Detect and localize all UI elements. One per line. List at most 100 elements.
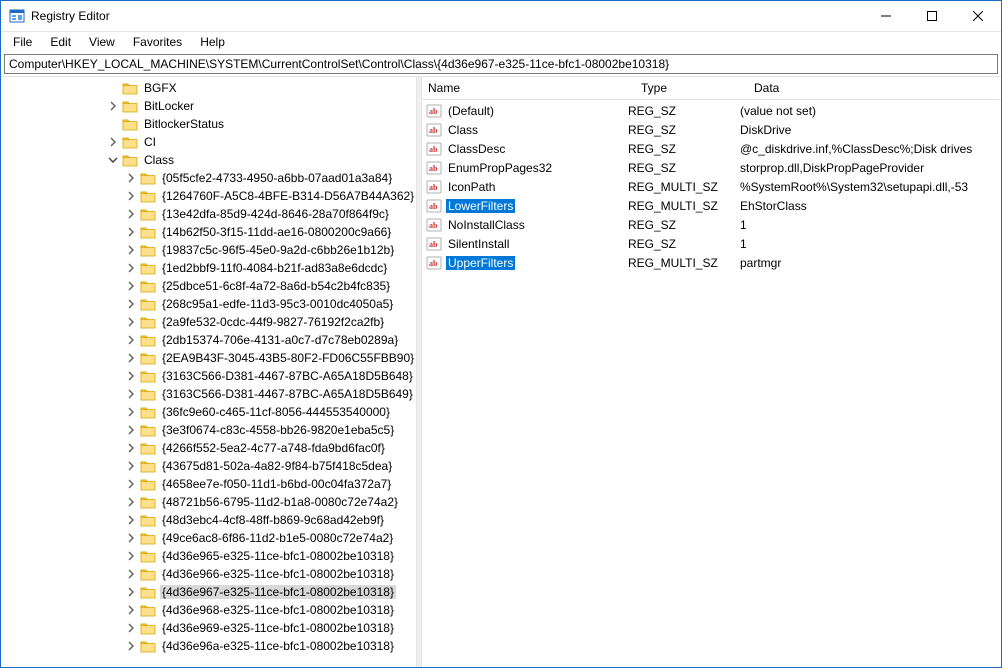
chevron-down-icon[interactable] [106, 153, 120, 167]
value-row[interactable]: abEnumPropPages32REG_SZstorprop.dll,Disk… [422, 158, 1001, 177]
chevron-right-icon[interactable] [124, 333, 138, 347]
minimize-button[interactable] [863, 1, 909, 31]
value-data: 1 [734, 237, 1001, 251]
chevron-right-icon[interactable] [124, 405, 138, 419]
tree-item[interactable]: {05f5cfe2-4733-4950-a6bb-07aad01a3a84} [1, 169, 413, 187]
value-row[interactable]: abNoInstallClassREG_SZ1 [422, 215, 1001, 234]
chevron-right-icon[interactable] [124, 279, 138, 293]
chevron-right-icon[interactable] [124, 459, 138, 473]
tree-item[interactable]: BGFX [1, 79, 413, 97]
tree-item[interactable]: {1264760F-A5C8-4BFE-B314-D56A7B44A362} [1, 187, 413, 205]
chevron-right-icon[interactable] [124, 531, 138, 545]
tree-item-label: {268c95a1-edfe-11d3-95c3-0010dc4050a5} [160, 297, 395, 311]
chevron-right-icon[interactable] [124, 369, 138, 383]
chevron-right-icon[interactable] [124, 189, 138, 203]
address-input[interactable]: Computer\HKEY_LOCAL_MACHINE\SYSTEM\Curre… [4, 54, 998, 74]
value-row[interactable]: abSilentInstallREG_SZ1 [422, 234, 1001, 253]
chevron-right-icon[interactable] [124, 207, 138, 221]
tree-item[interactable]: {43675d81-502a-4a82-9f84-b75f418c5dea} [1, 457, 413, 475]
tree-item[interactable]: {268c95a1-edfe-11d3-95c3-0010dc4050a5} [1, 295, 413, 313]
col-header-type[interactable]: Type [635, 81, 748, 95]
value-row[interactable]: abUpperFiltersREG_MULTI_SZpartmgr [422, 253, 1001, 272]
value-row[interactable]: abLowerFiltersREG_MULTI_SZEhStorClass [422, 196, 1001, 215]
tree-item-label: {43675d81-502a-4a82-9f84-b75f418c5dea} [160, 459, 394, 473]
tree-item[interactable]: {3e3f0674-c83c-4558-bb26-9820e1eba5c5} [1, 421, 413, 439]
list-scroll[interactable]: ab(Default)REG_SZ(value not set)abClassR… [422, 100, 1001, 667]
chevron-right-icon[interactable] [124, 621, 138, 635]
tree-item[interactable]: Class [1, 151, 413, 169]
chevron-right-icon[interactable] [124, 639, 138, 653]
tree-item[interactable]: {4d36e96a-e325-11ce-bfc1-08002be10318} [1, 637, 413, 655]
tree-item[interactable]: {2EA9B43F-3045-43B5-80F2-FD06C55FBB90} [1, 349, 413, 367]
chevron-right-icon[interactable] [124, 315, 138, 329]
tree-item[interactable]: {4266f552-5ea2-4c77-a748-fda9bd6fac0f} [1, 439, 413, 457]
tree-item[interactable]: {4d36e965-e325-11ce-bfc1-08002be10318} [1, 547, 413, 565]
tree-item[interactable]: {13e42dfa-85d9-424d-8646-28a70f864f9c} [1, 205, 413, 223]
col-header-data[interactable]: Data [748, 81, 1001, 95]
tree-item-label: {3163C566-D381-4467-87BC-A65A18D5B648} [160, 369, 415, 383]
chevron-right-icon[interactable] [124, 603, 138, 617]
tree-item[interactable]: {48721b56-6795-11d2-b1a8-0080c72e74a2} [1, 493, 413, 511]
menu-edit[interactable]: Edit [42, 33, 79, 51]
tree-item[interactable]: {1ed2bbf9-11f0-4084-b21f-ad83a8e6dcdc} [1, 259, 413, 277]
value-data: (value not set) [734, 104, 1001, 118]
tree-item[interactable]: {2a9fe532-0cdc-44f9-9827-76192f2ca2fb} [1, 313, 413, 331]
tree-item[interactable]: {4d36e966-e325-11ce-bfc1-08002be10318} [1, 565, 413, 583]
chevron-right-icon[interactable] [124, 171, 138, 185]
value-row[interactable]: abClassDescREG_SZ@c_diskdrive.inf,%Class… [422, 139, 1001, 158]
chevron-right-icon[interactable] [124, 243, 138, 257]
tree-item[interactable]: {19837c5c-96f5-45e0-9a2d-c6bb26e1b12b} [1, 241, 413, 259]
chevron-right-icon[interactable] [124, 387, 138, 401]
menu-file[interactable]: File [5, 33, 40, 51]
value-row[interactable]: abClassREG_SZDiskDrive [422, 120, 1001, 139]
chevron-right-icon[interactable] [106, 135, 120, 149]
value-data: EhStorClass [734, 199, 1001, 213]
tree-item[interactable]: {14b62f50-3f15-11dd-ae16-0800200c9a66} [1, 223, 413, 241]
tree-item-label: {48d3ebc4-4cf8-48ff-b869-9c68ad42eb9f} [160, 513, 386, 527]
tree-item-label: {4d36e969-e325-11ce-bfc1-08002be10318} [160, 621, 396, 635]
menu-favorites[interactable]: Favorites [125, 33, 190, 51]
chevron-right-icon[interactable] [124, 513, 138, 527]
chevron-right-icon[interactable] [124, 351, 138, 365]
tree-item[interactable]: BitLocker [1, 97, 413, 115]
tree-scroll[interactable]: BGFXBitLocker BitlockerStatus CIClass{05f5… [1, 77, 416, 667]
tree-item-label: {1ed2bbf9-11f0-4084-b21f-ad83a8e6dcdc} [160, 261, 389, 275]
chevron-right-icon[interactable] [124, 477, 138, 491]
chevron-right-icon[interactable] [124, 585, 138, 599]
chevron-right-icon[interactable] [124, 567, 138, 581]
value-type: REG_SZ [622, 142, 734, 156]
close-button[interactable] [955, 1, 1001, 31]
chevron-right-icon[interactable] [124, 441, 138, 455]
value-name: SilentInstall [446, 237, 511, 251]
value-row[interactable]: abIconPathREG_MULTI_SZ%SystemRoot%\Syste… [422, 177, 1001, 196]
menu-view[interactable]: View [81, 33, 123, 51]
value-row[interactable]: ab(Default)REG_SZ(value not set) [422, 101, 1001, 120]
tree-item[interactable]: {25dbce51-6c8f-4a72-8a6d-b54c2b4fc835} [1, 277, 413, 295]
menu-help[interactable]: Help [192, 33, 233, 51]
chevron-right-icon[interactable] [124, 261, 138, 275]
tree-item[interactable]: CI [1, 133, 413, 151]
chevron-right-icon[interactable] [124, 423, 138, 437]
chevron-right-icon[interactable] [124, 549, 138, 563]
tree-item-label: {3163C566-D381-4467-87BC-A65A18D5B649} [160, 387, 415, 401]
tree-item[interactable]: {3163C566-D381-4467-87BC-A65A18D5B648} [1, 367, 413, 385]
tree-item[interactable]: {4d36e969-e325-11ce-bfc1-08002be10318} [1, 619, 413, 637]
tree-item[interactable]: BitlockerStatus [1, 115, 413, 133]
tree-item[interactable]: {4d36e968-e325-11ce-bfc1-08002be10318} [1, 601, 413, 619]
col-header-name[interactable]: Name [422, 81, 635, 95]
tree-item-label: {4d36e966-e325-11ce-bfc1-08002be10318} [160, 567, 396, 581]
tree-item[interactable]: {2db15374-706e-4131-a0c7-d7c78eb0289a} [1, 331, 413, 349]
tree-item[interactable]: {49ce6ac8-6f86-11d2-b1e5-0080c72e74a2} [1, 529, 413, 547]
tree-item[interactable]: {36fc9e60-c465-11cf-8056-444553540000} [1, 403, 413, 421]
titlebar[interactable]: Registry Editor [1, 1, 1001, 32]
tree-item[interactable]: {4d36e967-e325-11ce-bfc1-08002be10318} [1, 583, 413, 601]
tree-item[interactable]: {48d3ebc4-4cf8-48ff-b869-9c68ad42eb9f} [1, 511, 413, 529]
chevron-right-icon[interactable] [124, 297, 138, 311]
tree-item[interactable]: {3163C566-D381-4467-87BC-A65A18D5B649} [1, 385, 413, 403]
tree-item[interactable]: {4658ee7e-f050-11d1-b6bd-00c04fa372a7} [1, 475, 413, 493]
chevron-right-icon[interactable] [124, 495, 138, 509]
tree-item-label: BitlockerStatus [142, 117, 226, 131]
chevron-right-icon[interactable] [124, 225, 138, 239]
chevron-right-icon[interactable] [106, 99, 120, 113]
maximize-button[interactable] [909, 1, 955, 31]
